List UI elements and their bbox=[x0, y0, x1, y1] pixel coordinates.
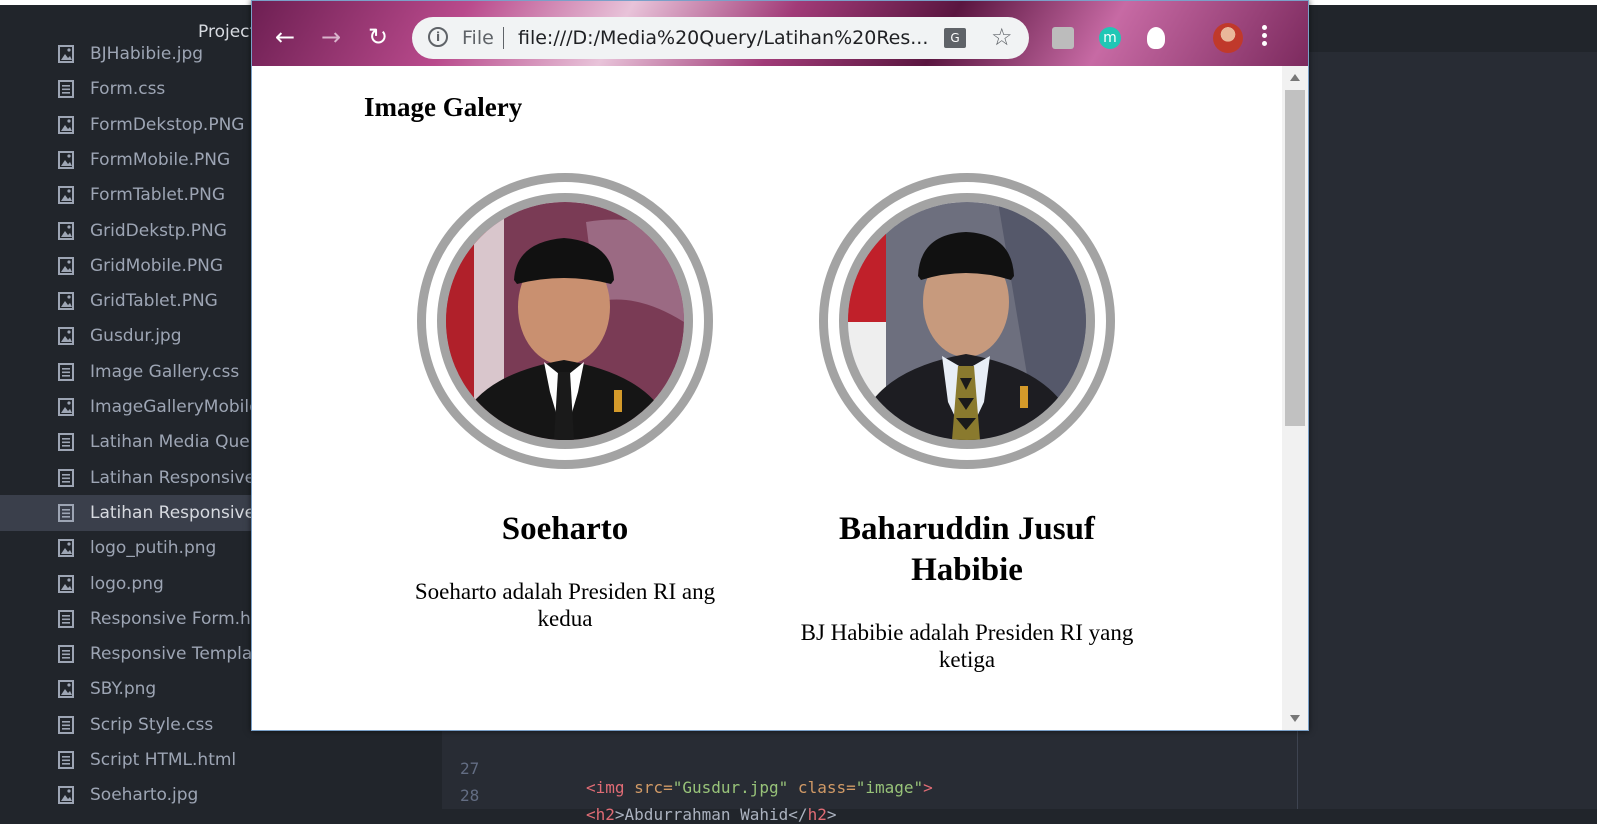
tree-item-label: Gusdur.jpg bbox=[90, 326, 182, 347]
image-file-icon bbox=[58, 786, 74, 805]
reload-icon[interactable]: ↻ bbox=[363, 22, 393, 52]
tree-item-label: logo_putih.png bbox=[90, 538, 217, 559]
tree-item-label: FormDekstop.PNG bbox=[90, 114, 245, 135]
image-file-icon bbox=[58, 186, 74, 205]
scrollbar-thumb[interactable] bbox=[1285, 90, 1305, 426]
image-file-icon bbox=[58, 256, 74, 275]
menu-kebab-icon[interactable] bbox=[1262, 25, 1268, 49]
tree-item-label: GridDekstp.PNG bbox=[90, 220, 227, 241]
tree-item-label: ImageGalleryMobile. bbox=[90, 397, 265, 417]
text-file-icon bbox=[58, 433, 74, 452]
image-file-icon bbox=[58, 398, 74, 416]
image-file-icon bbox=[58, 680, 74, 699]
portrait-habibie bbox=[848, 202, 1086, 440]
tree-item-label: Latihan Responsive In bbox=[90, 502, 277, 523]
tree-item-label: Scrip Style.css bbox=[90, 714, 214, 735]
tree-item[interactable]: Soeharto.jpg bbox=[0, 777, 442, 813]
tree-item-label: logo.png bbox=[90, 573, 164, 594]
tree-item-label: Image Gallery.css bbox=[90, 361, 240, 382]
text-file-icon bbox=[58, 645, 74, 664]
browser-window: ← → ↻ i File file:///D:/Media%20Query/La… bbox=[251, 0, 1309, 731]
tree-item-label: Latihan Responsive A bbox=[90, 467, 273, 488]
scroll-down-arrow-icon[interactable] bbox=[1290, 715, 1300, 722]
omnibox-divider bbox=[503, 27, 504, 49]
tree-item-label: FormTablet.PNG bbox=[90, 185, 225, 206]
translate-icon[interactable]: G bbox=[944, 28, 966, 48]
tree-item-label: BJHabibie.jpg bbox=[90, 44, 204, 64]
card-description: BJ Habibie adalah Presiden RI yang ketig… bbox=[800, 620, 1134, 672]
forward-arrow-icon[interactable]: → bbox=[316, 22, 346, 52]
tree-item-label: GridMobile.PNG bbox=[90, 255, 223, 276]
portrait-photo bbox=[839, 193, 1095, 449]
portrait-photo bbox=[437, 193, 693, 449]
text-file-icon bbox=[58, 751, 74, 769]
tree-item-label: Latihan Media Query bbox=[90, 432, 267, 453]
image-file-icon bbox=[58, 327, 74, 346]
photo-frame bbox=[417, 173, 713, 469]
scroll-up-arrow-icon[interactable] bbox=[1290, 74, 1300, 81]
image-file-icon bbox=[58, 539, 74, 558]
card-name: Baharuddin Jusuf Habibie bbox=[839, 511, 1095, 588]
text-file-icon bbox=[58, 715, 74, 734]
tree-item-label: Soeharto.jpg bbox=[90, 785, 199, 806]
tree-item-label: FormMobile.PNG bbox=[90, 149, 231, 170]
info-icon[interactable]: i bbox=[428, 27, 448, 47]
tree-item-label: Script HTML.html bbox=[90, 750, 237, 770]
gallery-card: Baharuddin Jusuf Habibie BJ Habibie adal… bbox=[767, 173, 1167, 673]
url-text[interactable]: file:///D:/Media%20Query/Latihan%20Res..… bbox=[518, 27, 928, 49]
text-file-icon bbox=[58, 468, 74, 487]
tree-item-label: GridTablet.PNG bbox=[90, 291, 218, 312]
text-file-icon bbox=[58, 80, 74, 99]
photo-frame bbox=[819, 173, 1115, 469]
back-arrow-icon[interactable]: ← bbox=[270, 22, 300, 52]
extension-m-icon[interactable]: m bbox=[1099, 27, 1121, 49]
page-title: Image Galery bbox=[364, 92, 523, 122]
image-file-icon bbox=[58, 150, 74, 169]
bookmark-star-icon[interactable]: ☆ bbox=[991, 23, 1013, 51]
card-description: Soeharto adalah Presiden RI ang kedua bbox=[414, 579, 716, 631]
image-file-icon bbox=[58, 45, 74, 63]
tree-item-label: Form.css bbox=[90, 79, 166, 100]
text-file-icon bbox=[58, 503, 74, 522]
code-line[interactable]: 27 <img src="Gusdur.jpg" class="image"> bbox=[442, 740, 1292, 797]
line-number: 28 bbox=[460, 786, 480, 805]
page-viewport: Image Galery Soeharto Soeharto adalah Pr… bbox=[252, 66, 1282, 730]
tree-item-label: Responsive Template bbox=[90, 644, 270, 665]
code-text: <h2>Abdurrahman Wahid</h2> bbox=[586, 805, 837, 824]
gallery-card: Soeharto Soeharto adalah Presiden RI ang… bbox=[365, 173, 765, 632]
extension-bulb-icon[interactable] bbox=[1147, 27, 1165, 49]
card-name: Soeharto bbox=[501, 511, 629, 547]
image-file-icon bbox=[58, 574, 74, 593]
code-line[interactable]: 28 <h2>Abdurrahman Wahid</h2> bbox=[442, 767, 1292, 824]
browser-toolbar: ← → ↻ i File file:///D:/Media%20Query/La… bbox=[252, 1, 1308, 66]
scheme-label: File bbox=[462, 27, 494, 49]
tree-item-label: Responsive Form.htm bbox=[90, 608, 275, 629]
image-file-icon bbox=[58, 115, 74, 134]
image-file-icon bbox=[58, 292, 74, 311]
tree-item[interactable]: Script HTML.html bbox=[0, 742, 442, 778]
text-file-icon bbox=[58, 609, 74, 628]
vertical-scrollbar[interactable] bbox=[1282, 66, 1308, 730]
portrait-soeharto bbox=[446, 202, 684, 440]
extension-bag-icon[interactable] bbox=[1052, 27, 1074, 49]
image-file-icon bbox=[58, 221, 74, 240]
address-bar[interactable]: i File file:///D:/Media%20Query/Latihan%… bbox=[412, 17, 1029, 59]
tree-item-label: SBY.png bbox=[90, 679, 157, 700]
profile-avatar[interactable] bbox=[1213, 23, 1243, 53]
text-file-icon bbox=[58, 362, 74, 381]
